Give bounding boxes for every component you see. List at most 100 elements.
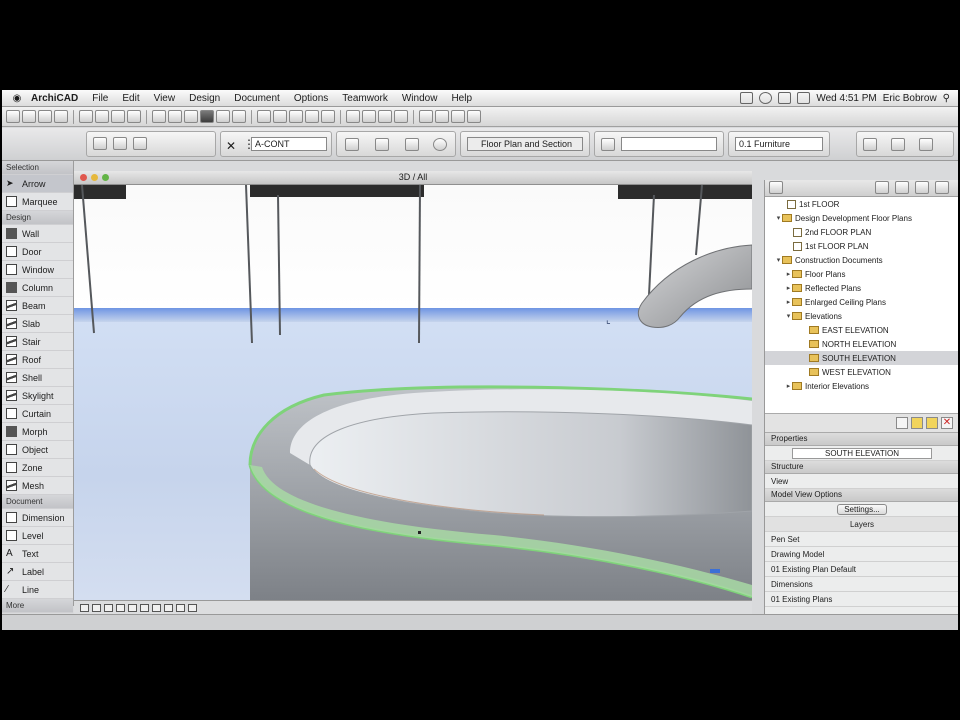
- floor-plan-icon[interactable]: [152, 110, 166, 123]
- tree-item[interactable]: EAST ELEVATION: [765, 323, 958, 337]
- tree-item[interactable]: 2nd FLOOR PLAN: [765, 225, 958, 239]
- navigation-settings-icon[interactable]: [164, 603, 173, 612]
- structure-section[interactable]: Structure: [765, 461, 958, 474]
- disclosure-triangle-open-icon[interactable]: ▾: [785, 312, 792, 320]
- properties-header[interactable]: Properties: [765, 433, 958, 446]
- minimize-window-icon[interactable]: [91, 174, 98, 181]
- menu-options[interactable]: Options: [287, 93, 335, 104]
- menu-help[interactable]: Help: [444, 93, 479, 104]
- print-icon[interactable]: [54, 110, 68, 123]
- disclosure-triangle-closed-icon[interactable]: ▸: [785, 298, 792, 306]
- tree-item[interactable]: ▸ Interior Elevations: [765, 379, 958, 393]
- tool-column[interactable]: Column: [2, 279, 73, 297]
- scale-row[interactable]: 01 Existing Plans: [765, 592, 958, 607]
- menu-design[interactable]: Design: [182, 93, 227, 104]
- tree-item[interactable]: WEST ELEVATION: [765, 365, 958, 379]
- menu-edit[interactable]: Edit: [115, 93, 146, 104]
- tree-item[interactable]: ▸ Reflected Plans: [765, 281, 958, 295]
- tool-zone[interactable]: Zone: [2, 459, 73, 477]
- menu-teamwork[interactable]: Teamwork: [335, 93, 395, 104]
- material-icon[interactable]: [919, 138, 933, 151]
- tool-slab[interactable]: Slab: [2, 315, 73, 333]
- tool-morph[interactable]: Morph: [2, 423, 73, 441]
- time-machine-icon[interactable]: [759, 92, 773, 104]
- clone-folder-icon[interactable]: [926, 417, 938, 429]
- tool-stair[interactable]: Stair: [2, 333, 73, 351]
- zoom-in-icon[interactable]: [257, 110, 271, 123]
- menu-view[interactable]: View: [147, 93, 183, 104]
- floor-plan-and-section-button[interactable]: Floor Plan and Section: [467, 137, 583, 151]
- explore-icon[interactable]: [321, 110, 335, 123]
- gravity-icon[interactable]: [394, 110, 408, 123]
- tool-wall[interactable]: Wall: [2, 225, 73, 243]
- zoom-out-small-icon[interactable]: [92, 603, 101, 612]
- tool-label[interactable]: ↗ Label: [2, 563, 73, 581]
- circle-shape-icon[interactable]: [433, 138, 447, 151]
- zoom-window-icon[interactable]: [102, 174, 109, 181]
- tool-window[interactable]: Window: [2, 261, 73, 279]
- layout-book-tab-icon[interactable]: [895, 181, 909, 194]
- tree-item[interactable]: NORTH ELEVATION: [765, 337, 958, 351]
- tree-item-selected[interactable]: SOUTH ELEVATION: [765, 351, 958, 365]
- teamwork-send-icon[interactable]: [346, 110, 360, 123]
- toolbox-section-more[interactable]: More: [2, 599, 73, 613]
- orbit-icon[interactable]: [305, 110, 319, 123]
- save-icon[interactable]: [38, 110, 52, 123]
- tool-beam[interactable]: Beam: [2, 297, 73, 315]
- layer-field[interactable]: A-CONT: [251, 137, 327, 151]
- publisher-sets-tab-icon[interactable]: [915, 181, 929, 194]
- close-icon[interactable]: ✕: [226, 139, 236, 153]
- model-view-options-section[interactable]: Model View Options: [765, 489, 958, 502]
- battery-icon[interactable]: [797, 92, 811, 104]
- tool-roof[interactable]: Roof: [2, 351, 73, 369]
- view-map-tab-icon[interactable]: [875, 181, 889, 194]
- surface-icon[interactable]: [891, 138, 905, 151]
- geometry-method-icon[interactable]: [133, 137, 147, 150]
- elevation-icon[interactable]: [184, 110, 198, 123]
- tool-skylight[interactable]: Skylight: [2, 387, 73, 405]
- 3d-window-titlebar[interactable]: 3D / All: [74, 171, 752, 185]
- disclosure-triangle-open-icon[interactable]: ▾: [775, 214, 782, 222]
- toolbox-section-selection[interactable]: Selection: [2, 161, 73, 175]
- tool-line[interactable]: ∕ Line: [2, 581, 73, 599]
- toolbox-section-document[interactable]: Document: [2, 495, 73, 509]
- tool-dimension[interactable]: Dimension: [2, 509, 73, 527]
- tool-arrow[interactable]: ➤ Arrow: [2, 175, 73, 193]
- zoom-out-icon[interactable]: [273, 110, 287, 123]
- menubar-user[interactable]: Eric Bobrow: [883, 93, 937, 104]
- spotlight-search-icon[interactable]: ⚲: [943, 93, 950, 104]
- fit-in-window-icon[interactable]: [289, 110, 303, 123]
- tool-door[interactable]: Door: [2, 243, 73, 261]
- tree-item[interactable]: ▸ Enlarged Ceiling Plans: [765, 295, 958, 309]
- disclosure-triangle-closed-icon[interactable]: ▸: [785, 284, 792, 292]
- new-view-icon[interactable]: [896, 417, 908, 429]
- settings-dialog-icon[interactable]: [93, 137, 107, 150]
- orbit-small-icon[interactable]: [140, 603, 149, 612]
- layers-icon[interactable]: [451, 110, 465, 123]
- renovation-icon[interactable]: [467, 110, 481, 123]
- 3d-viewport[interactable]: ⌞: [74, 185, 752, 600]
- 3d-cutaway-icon[interactable]: [188, 603, 197, 612]
- project-map-tab-icon[interactable]: [769, 181, 783, 194]
- tool-mesh[interactable]: Mesh: [2, 477, 73, 495]
- apple-menu-icon[interactable]: ◉: [10, 93, 24, 104]
- zoom-in-small-icon[interactable]: [80, 603, 89, 612]
- menu-document[interactable]: Document: [227, 93, 287, 104]
- magic-wand-icon[interactable]: [378, 110, 392, 123]
- next-zoom-icon[interactable]: [128, 603, 137, 612]
- pan-small-icon[interactable]: [152, 603, 161, 612]
- renovation-row[interactable]: 01 Existing Plan Default: [765, 562, 958, 577]
- trace-icon[interactable]: [419, 110, 433, 123]
- menubar-clock[interactable]: Wed 4:51 PM: [816, 93, 876, 104]
- selection-method-icon[interactable]: [113, 137, 127, 150]
- open-file-icon[interactable]: [22, 110, 36, 123]
- polygon-shape-icon[interactable]: [405, 138, 419, 151]
- wifi-icon[interactable]: [740, 92, 754, 104]
- close-window-icon[interactable]: [80, 174, 87, 181]
- pointer-icon[interactable]: [111, 110, 125, 123]
- toolbox-section-design[interactable]: Design: [2, 211, 73, 225]
- redo-icon[interactable]: [95, 110, 109, 123]
- pen-set-value-row[interactable]: Drawing Model: [765, 547, 958, 562]
- rectangle-shape-icon[interactable]: [345, 138, 359, 151]
- angle-field[interactable]: [621, 137, 717, 151]
